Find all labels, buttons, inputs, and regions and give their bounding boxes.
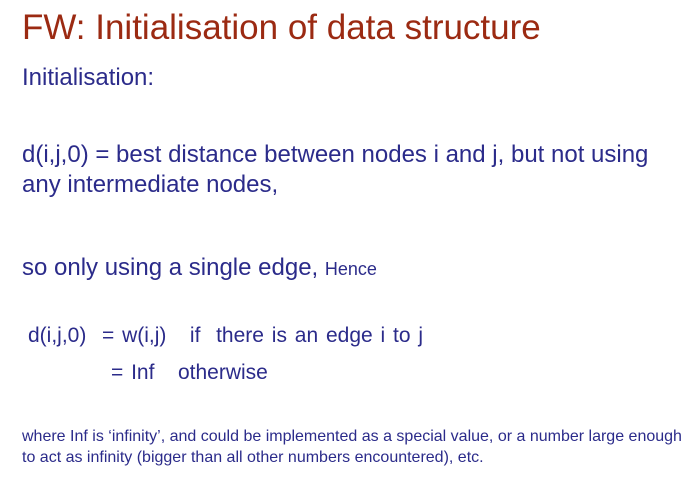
- formula-line-edge: d(i,j,0) = w(i,j) if there is an edge i …: [28, 324, 424, 347]
- hence-text: Hence: [324, 259, 377, 279]
- slide: FW: Initialisation of data structure Ini…: [0, 0, 697, 502]
- slide-subtitle: Initialisation:: [22, 64, 155, 91]
- single-edge-paragraph: so only using a single edge, Hence: [22, 253, 377, 284]
- formula-line-otherwise: = Inf otherwise: [111, 361, 268, 384]
- slide-title: FW: Initialisation of data structure: [22, 8, 541, 47]
- definition-paragraph: d(i,j,0) = best distance between nodes i…: [22, 141, 649, 198]
- single-edge-text: so only using a single edge,: [22, 254, 325, 281]
- footnote: where Inf is ‘infinity’, and could be im…: [22, 428, 682, 466]
